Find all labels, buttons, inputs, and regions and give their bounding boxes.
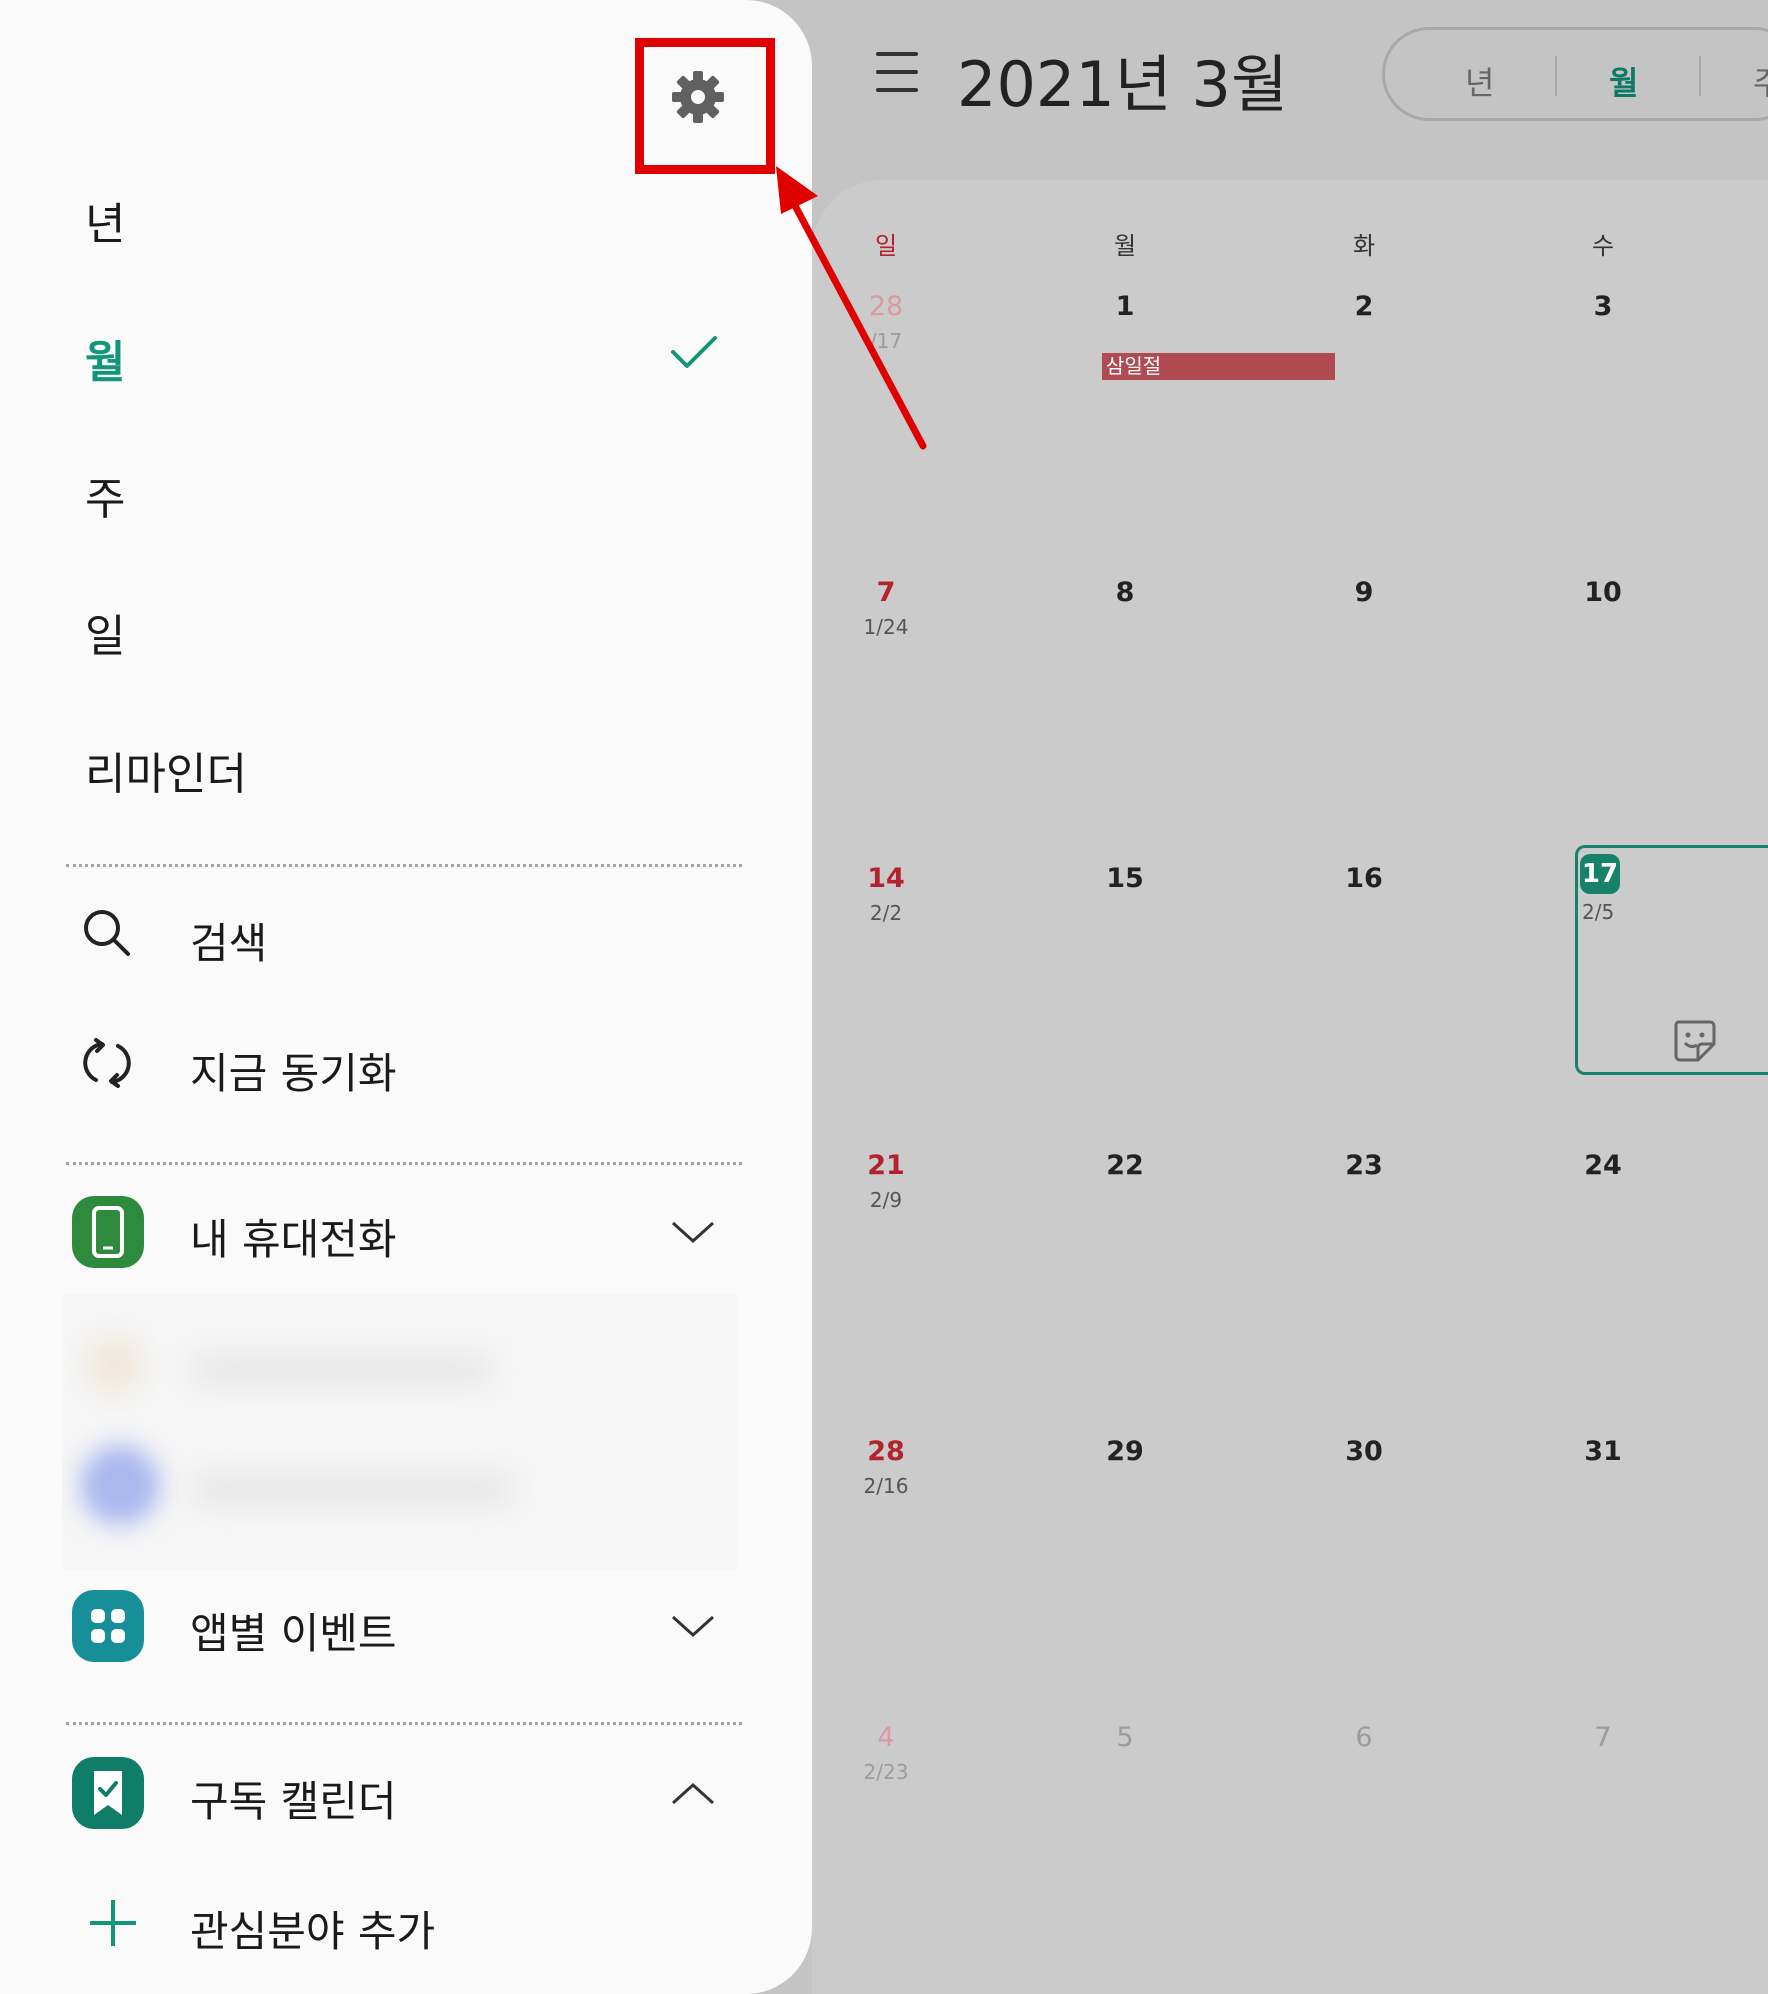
drawer-item-week[interactable]: 주 xyxy=(85,463,125,527)
day-cell-4[interactable]: 4 xyxy=(851,1722,921,1753)
plus-icon[interactable] xyxy=(88,1898,138,1948)
highlight-box xyxy=(635,38,775,174)
drawer-item-day[interactable]: 일 xyxy=(85,600,125,664)
day-cell-3[interactable]: 3 xyxy=(1568,291,1638,322)
view-switch-divider xyxy=(1699,56,1701,96)
day-cell-28[interactable]: 28 xyxy=(851,291,921,322)
calendar-header: 2021년 3월 년 월 주 xyxy=(812,0,1768,150)
chevron-down-icon[interactable] xyxy=(670,1218,716,1246)
weekday-tue: 화 xyxy=(1352,232,1376,260)
add-interest-label[interactable]: 관심분야 추가 xyxy=(190,1898,435,1959)
day-cell-31[interactable]: 31 xyxy=(1568,1436,1638,1467)
blurred-account-icon xyxy=(80,1445,160,1525)
check-icon xyxy=(671,336,717,368)
sticker-icon[interactable] xyxy=(1670,1016,1718,1064)
day-cell-16[interactable]: 16 xyxy=(1329,863,1399,894)
lunar-date: 2/2 xyxy=(869,901,903,925)
day-cell-7[interactable]: 7 xyxy=(1568,1722,1638,1753)
lunar-date: 1/24 xyxy=(863,615,909,639)
lunar-date: 2/16 xyxy=(863,1474,909,1498)
today-cell[interactable]: 17 2/5 xyxy=(1575,845,1768,1075)
view-switch: 년 월 주 xyxy=(1382,27,1768,121)
drawer-item-reminder[interactable]: 리마인더 xyxy=(85,738,247,802)
calendar-grid: 일 월 화 수 삼일절 17 2/5 28/17 1 2 3 7 1/24 8 9 10 14 2/… xyxy=(812,180,1768,1994)
weekday-sun: 일 xyxy=(874,232,898,260)
lunar-date: 2/23 xyxy=(863,1760,909,1784)
day-cell-1[interactable]: 1 xyxy=(1090,291,1160,322)
day-cell-10[interactable]: 10 xyxy=(1568,577,1638,608)
blurred-account-label xyxy=(192,1357,492,1383)
day-cell-9[interactable]: 9 xyxy=(1329,577,1399,608)
navigation-drawer: 년 월 주 일 리마인더 검색 지금 동기화 내 휴대전화 앱별 이벤트 구독 … xyxy=(0,0,812,1994)
day-cell-7[interactable]: 7 xyxy=(851,577,921,608)
sync-icon xyxy=(83,1038,131,1088)
day-cell-29[interactable]: 29 xyxy=(1090,1436,1160,1467)
chevron-up-icon[interactable] xyxy=(670,1780,716,1808)
day-cell-30[interactable]: 30 xyxy=(1329,1436,1399,1467)
day-cell-8[interactable]: 8 xyxy=(1090,577,1160,608)
bookmark-calendar-icon xyxy=(72,1757,144,1829)
view-switch-month[interactable]: 월 xyxy=(1609,58,1638,104)
today-date-badge: 17 xyxy=(1580,854,1620,894)
app-events-label[interactable]: 앱별 이벤트 xyxy=(190,1600,397,1661)
chevron-down-icon[interactable] xyxy=(670,1612,716,1640)
holiday-event[interactable]: 삼일절 xyxy=(1102,353,1335,380)
day-cell-15[interactable]: 15 xyxy=(1090,863,1160,894)
blurred-calendar-list xyxy=(62,1295,738,1570)
subscribed-calendars-label[interactable]: 구독 캘린더 xyxy=(190,1768,397,1829)
lunar-date: /17 xyxy=(869,329,903,353)
view-switch-year[interactable]: 년 xyxy=(1465,58,1494,104)
day-cell-6[interactable]: 6 xyxy=(1329,1722,1399,1753)
day-cell-5[interactable]: 5 xyxy=(1090,1722,1160,1753)
divider xyxy=(66,1722,742,1725)
day-cell-14[interactable]: 14 xyxy=(851,863,921,894)
weekday-mon: 월 xyxy=(1113,232,1137,260)
blurred-account-label xyxy=(192,1475,512,1503)
day-cell-2[interactable]: 2 xyxy=(1329,291,1399,322)
sync-now-label[interactable]: 지금 동기화 xyxy=(190,1040,397,1101)
today-lunar-date: 2/5 xyxy=(1582,900,1615,924)
divider xyxy=(66,864,742,867)
weekday-wed: 수 xyxy=(1591,232,1615,260)
day-cell-23[interactable]: 23 xyxy=(1329,1150,1399,1181)
blurred-account-icon xyxy=(84,1335,144,1395)
drawer-item-month[interactable]: 월 xyxy=(85,326,125,390)
day-cell-22[interactable]: 22 xyxy=(1090,1150,1160,1181)
day-cell-21[interactable]: 21 xyxy=(851,1150,921,1181)
apps-icon xyxy=(72,1590,144,1662)
search-label[interactable]: 검색 xyxy=(190,910,267,971)
day-cell-28[interactable]: 28 xyxy=(851,1436,921,1467)
drawer-item-year[interactable]: 년 xyxy=(85,188,125,252)
my-phone-label[interactable]: 내 휴대전화 xyxy=(190,1206,397,1267)
divider xyxy=(66,1162,742,1165)
view-switch-week[interactable]: 주 xyxy=(1753,58,1768,104)
search-icon xyxy=(84,910,130,956)
month-title[interactable]: 2021년 3월 xyxy=(957,34,1288,124)
day-cell-24[interactable]: 24 xyxy=(1568,1150,1638,1181)
menu-icon[interactable] xyxy=(876,52,918,92)
view-switch-divider xyxy=(1555,56,1557,96)
phone-app-icon xyxy=(72,1196,144,1268)
lunar-date: 2/9 xyxy=(869,1188,903,1212)
